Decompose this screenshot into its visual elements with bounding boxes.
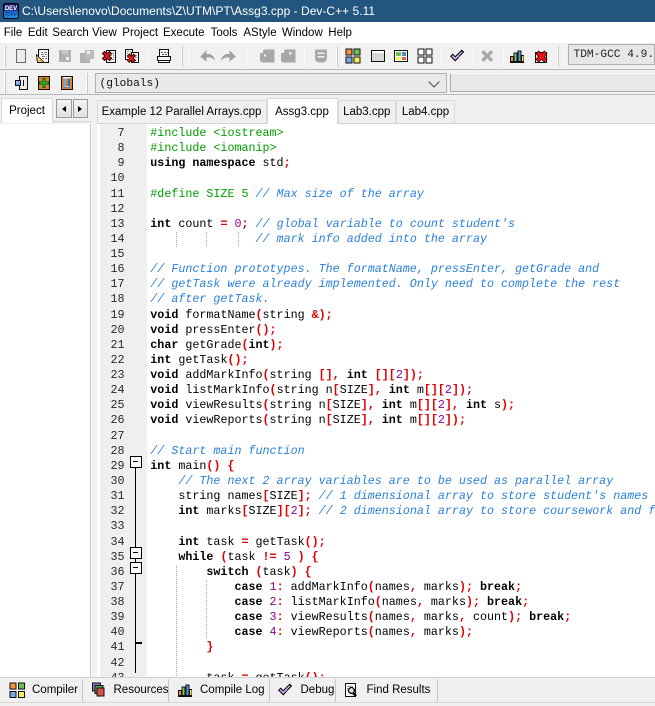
svg-text:DEV: DEV xyxy=(5,6,17,12)
svg-text:C++: C++ xyxy=(5,13,17,19)
